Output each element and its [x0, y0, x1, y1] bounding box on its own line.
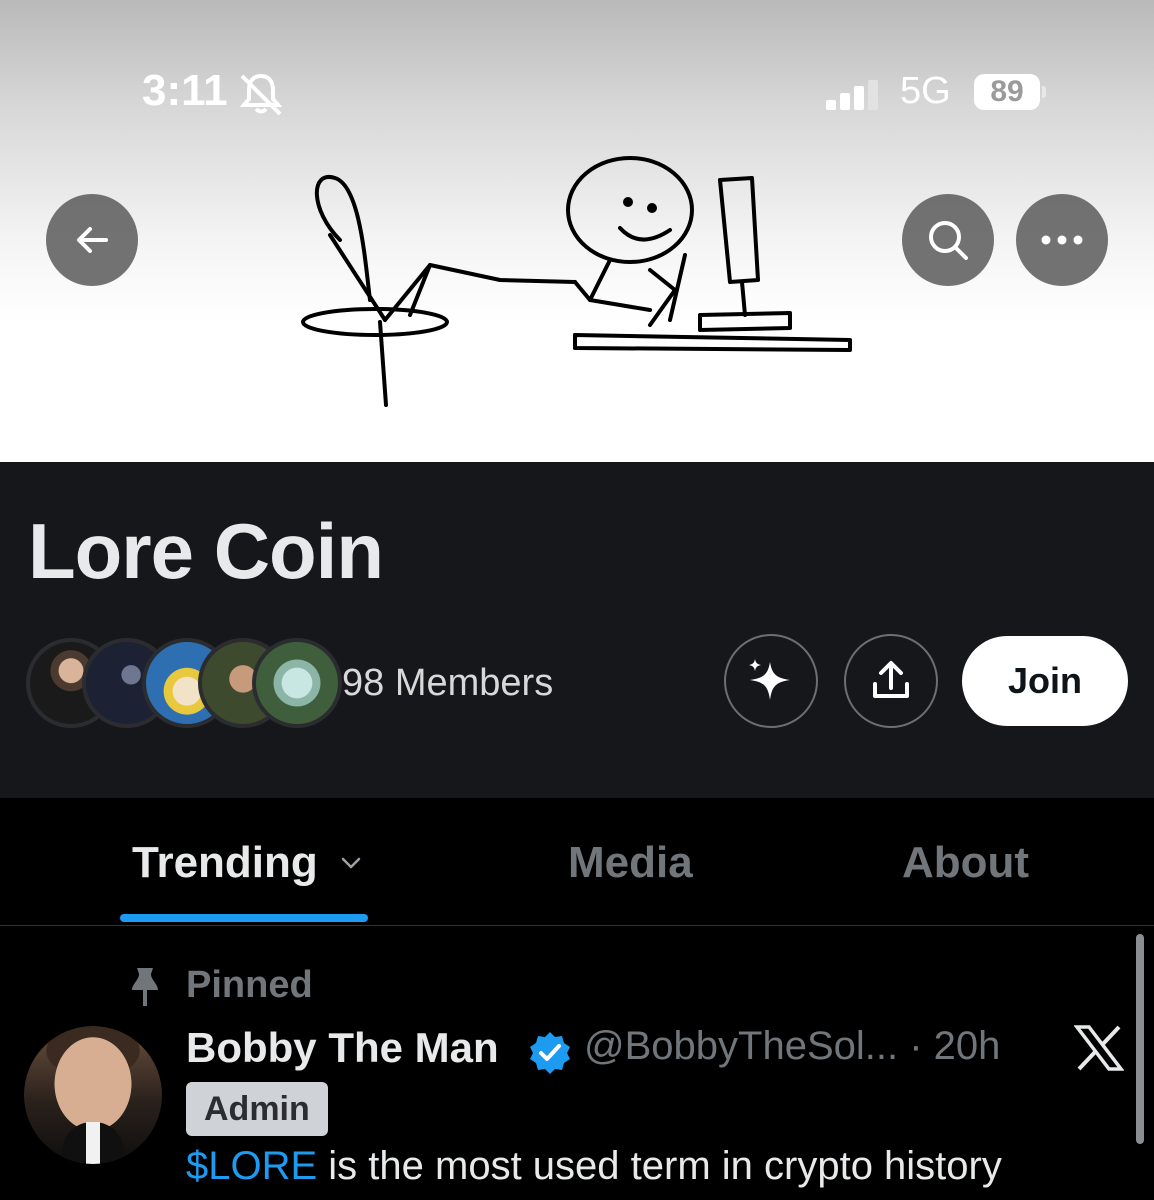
avatar — [252, 638, 342, 728]
active-tab-indicator — [120, 914, 368, 922]
status-time: 3:11 — [142, 66, 228, 115]
stick-figure-doodle-image — [301, 156, 852, 407]
search-icon — [929, 221, 968, 260]
bell-slash-icon — [239, 73, 283, 116]
sparkle-icon — [749, 659, 790, 700]
post-text-body: is the most used term in crypto history — [317, 1144, 1002, 1188]
tab-media[interactable]: Media — [568, 838, 693, 888]
author-handle-time: @BobbyTheSol... · 20h — [584, 1024, 1001, 1068]
join-button[interactable]: Join — [962, 636, 1128, 726]
members-count[interactable]: 98 Members — [342, 662, 553, 705]
share-icon — [873, 661, 909, 698]
x-logo-icon[interactable] — [1074, 1024, 1124, 1072]
scrollbar[interactable] — [1136, 934, 1144, 1144]
community-banner: 3:11 5G 89 — [0, 0, 1154, 462]
share-button[interactable] — [844, 634, 938, 728]
search-button[interactable] — [902, 194, 994, 286]
more-options-button[interactable] — [1016, 194, 1108, 286]
grok-button[interactable] — [724, 634, 818, 728]
network-type: 5G — [900, 70, 951, 112]
battery-indicator: 89 — [974, 74, 1046, 110]
signal-bars-icon — [826, 80, 878, 110]
battery-level: 89 — [974, 74, 1040, 110]
cashtag-link[interactable]: $LORE — [186, 1144, 317, 1188]
community-title: Lore Coin — [28, 507, 384, 595]
author-avatar[interactable] — [24, 1026, 162, 1164]
back-button[interactable] — [46, 194, 138, 286]
tab-trending[interactable]: Trending — [132, 838, 318, 888]
chevron-down-icon[interactable] — [340, 856, 362, 870]
pin-icon — [132, 968, 158, 1006]
post-text: $LORE is the most used term in crypto hi… — [186, 1144, 1002, 1189]
pinned-label: Pinned — [186, 964, 313, 1006]
member-avatars[interactable] — [26, 638, 342, 728]
verified-badge-icon — [530, 1032, 570, 1074]
more-horizontal-icon — [1041, 235, 1083, 245]
admin-badge: Admin — [186, 1082, 328, 1136]
community-header: Lore Coin 98 Members — [0, 462, 1154, 798]
pinned-post[interactable]: Pinned Bobby The Man @BobbyTheSol... · 2… — [0, 926, 1154, 1200]
author-name[interactable]: Bobby The Man — [186, 1024, 499, 1072]
tab-about[interactable]: About — [902, 838, 1029, 888]
community-tabs: Trending Media About — [0, 798, 1154, 926]
arrow-left-icon — [77, 227, 108, 253]
